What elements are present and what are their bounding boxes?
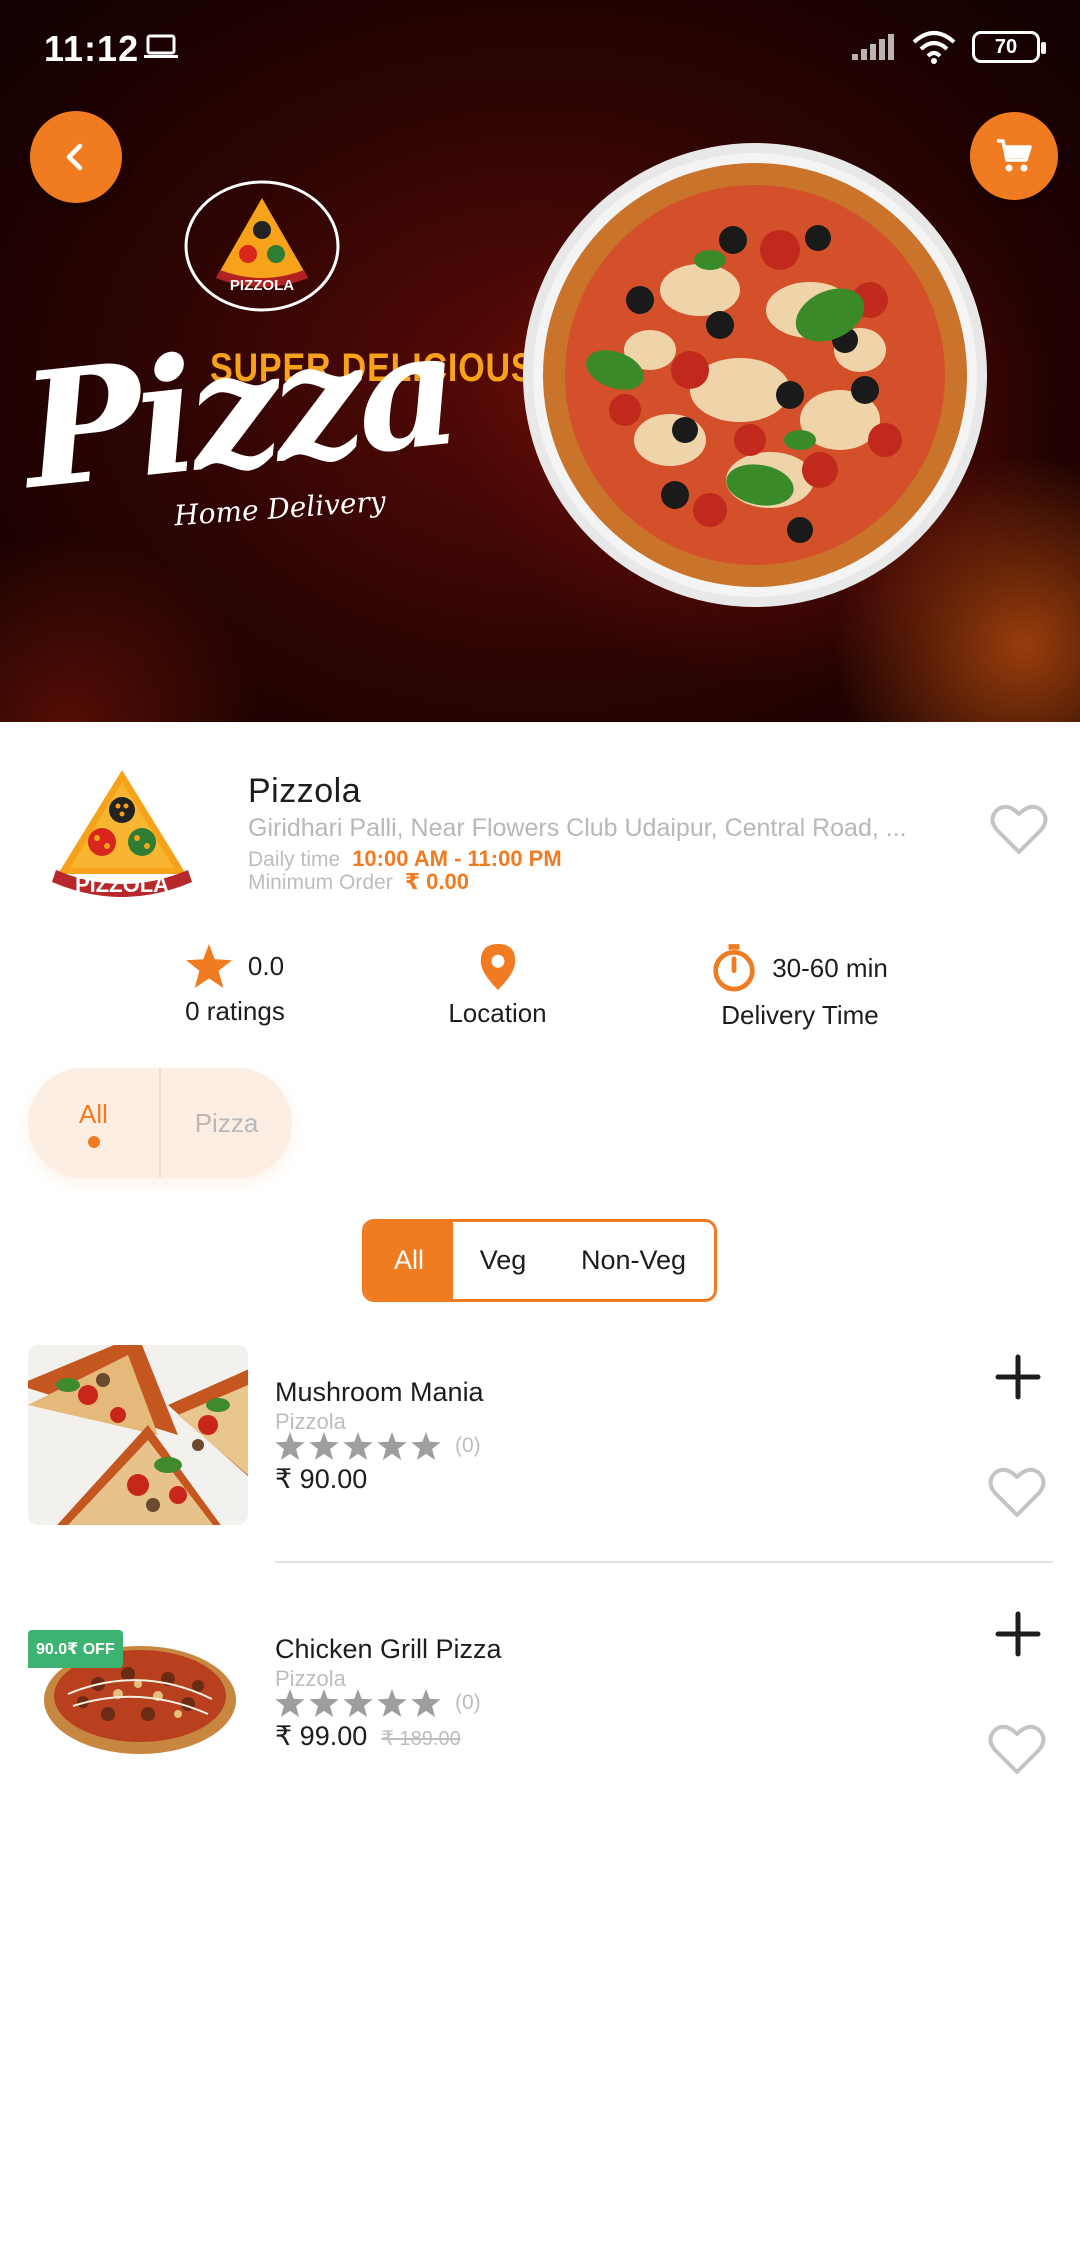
product-price-row: ₹ 99.00 ₹ 189.00 (275, 1721, 461, 1752)
laptop-icon (144, 34, 178, 58)
product-name: Mushroom Mania (275, 1377, 484, 1407)
add-to-cart-button[interactable] (994, 1610, 1042, 1658)
product-favorite-button[interactable] (988, 1724, 1046, 1776)
category-tab-label: Pizza (194, 1107, 259, 1138)
category-tab-all[interactable]: All (28, 1068, 159, 1178)
daily-time-label: Daily time (248, 848, 341, 871)
minimum-order-label: Minimum Order (248, 871, 393, 894)
stat-location[interactable]: Location (420, 944, 575, 1029)
hero-banner: 11:12 70 PIZZOLA SUPER DELICIOUS Pizza H… (0, 0, 1080, 722)
cart-icon (997, 139, 1032, 172)
product-price: ₹ 90.00 (275, 1464, 368, 1494)
wifi-icon (912, 31, 956, 64)
delivery-time-label: Delivery Time (721, 1000, 879, 1030)
hero-brand-badge: PIZZOLA (182, 176, 342, 321)
back-button[interactable] (30, 111, 122, 203)
star-icon (185, 944, 232, 988)
category-tabs: All Pizza (28, 1068, 292, 1178)
product-image (28, 1345, 248, 1525)
minimum-order-row: Minimum Order ₹ 0.00 (248, 869, 469, 895)
battery-level: 70 (994, 35, 1018, 58)
location-label: Location (448, 998, 547, 1028)
minimum-order-value: ₹ 0.00 (404, 869, 469, 894)
rating-value: 0.0 (247, 950, 285, 981)
star-icon (343, 1689, 373, 1717)
daily-time-value: 10:00 AM - 11:00 PM (352, 846, 562, 871)
product-rating: (0) (275, 1432, 481, 1460)
star-icon (275, 1689, 305, 1717)
filter-all[interactable]: All (365, 1222, 453, 1299)
signal-icon (852, 34, 894, 60)
restaurant-favorite-button[interactable] (990, 804, 1048, 856)
star-icon (309, 1432, 339, 1460)
star-icon (411, 1432, 441, 1460)
discount-badge: 90.0₹ OFF (28, 1630, 123, 1668)
filter-non-veg[interactable]: Non-Veg (553, 1222, 714, 1299)
star-icon (309, 1689, 339, 1717)
product-price: ₹ 99.00 (275, 1721, 368, 1751)
restaurant-logo-text: PIZZOLA (75, 872, 169, 897)
diet-filter: All Veg Non-Veg (362, 1219, 717, 1302)
star-icon (377, 1689, 407, 1717)
active-dot (87, 1135, 100, 1148)
product-favorite-button[interactable] (988, 1467, 1046, 1519)
filter-veg[interactable]: Veg (453, 1222, 553, 1299)
delivery-time-value: 30-60 min (772, 952, 888, 983)
cart-button[interactable] (970, 112, 1058, 200)
rating-count: (0) (455, 1434, 481, 1457)
restaurant-name: Pizzola (248, 772, 362, 810)
hero-fire-glow-left (0, 522, 280, 722)
hero-badge-text: PIZZOLA (230, 277, 294, 294)
timer-icon (713, 944, 755, 992)
category-tab-label: All (79, 1098, 108, 1129)
product-price-row: ₹ 90.00 (275, 1464, 367, 1495)
status-bar: 11:12 70 (0, 0, 1080, 92)
product-old-price: ₹ 189.00 (381, 1728, 461, 1750)
star-icon (377, 1432, 407, 1460)
add-to-cart-button[interactable] (994, 1353, 1042, 1401)
battery-indicator: 70 (972, 31, 1046, 63)
product-divider (275, 1561, 1053, 1563)
star-icon (275, 1432, 305, 1460)
hero-headline: Pizza (14, 295, 463, 525)
star-icon (411, 1689, 441, 1717)
status-icons: 70 (852, 30, 1046, 64)
product-name: Chicken Grill Pizza (275, 1634, 502, 1664)
category-tab-pizza[interactable]: Pizza (161, 1068, 292, 1178)
rating-count: (0) (455, 1691, 481, 1714)
stat-delivery-time: 30-60 min Delivery Time (700, 944, 900, 1031)
back-arrow-icon (66, 143, 83, 171)
rating-label: 0 ratings (185, 996, 285, 1026)
star-icon (343, 1432, 373, 1460)
hero-pizza-image (523, 143, 987, 607)
restaurant-stats: 0.0 0 ratings Location 30-60 min Deliver… (0, 944, 1080, 1034)
status-time: 11:12 (44, 28, 140, 69)
restaurant-address: Giridhari Palli, Near Flowers Club Udaip… (248, 814, 907, 842)
location-pin-icon (480, 944, 515, 990)
product-rating: (0) (275, 1689, 481, 1717)
stat-rating: 0.0 0 ratings (150, 944, 320, 1027)
restaurant-logo: PIZZOLA (52, 770, 192, 897)
